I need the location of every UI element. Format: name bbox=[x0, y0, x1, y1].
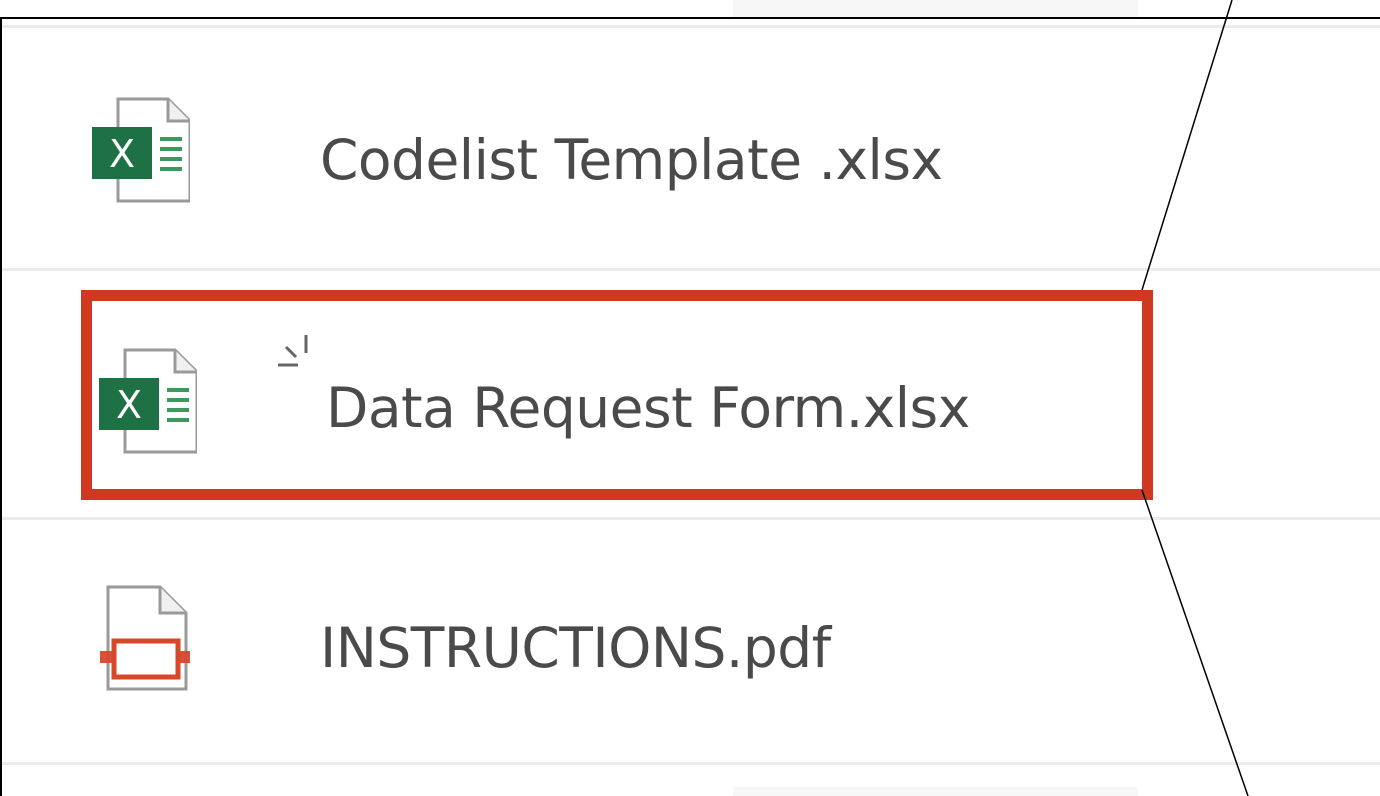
zoomed-file-list-callout: X Codelist Template .xlsx X Data Request… bbox=[0, 0, 1380, 796]
highlight-box bbox=[81, 290, 1153, 500]
row-separator bbox=[2, 762, 1380, 765]
pdf-file-icon bbox=[100, 585, 190, 691]
file-row-instructions-pdf[interactable]: INSTRUCTIONS.pdf bbox=[2, 520, 1380, 762]
excel-file-icon: X bbox=[92, 97, 190, 203]
callout-frame-top-border bbox=[0, 17, 1380, 19]
svg-text:X: X bbox=[109, 132, 135, 176]
file-row-codelist-template[interactable]: X Codelist Template .xlsx bbox=[2, 28, 1380, 268]
bottom-toolbar-stub bbox=[733, 787, 1138, 796]
top-toolbar-stub bbox=[733, 0, 1138, 17]
file-name: INSTRUCTIONS.pdf bbox=[320, 616, 831, 680]
file-name: Codelist Template .xlsx bbox=[320, 128, 943, 192]
loading-cursor-icon bbox=[278, 335, 308, 367]
